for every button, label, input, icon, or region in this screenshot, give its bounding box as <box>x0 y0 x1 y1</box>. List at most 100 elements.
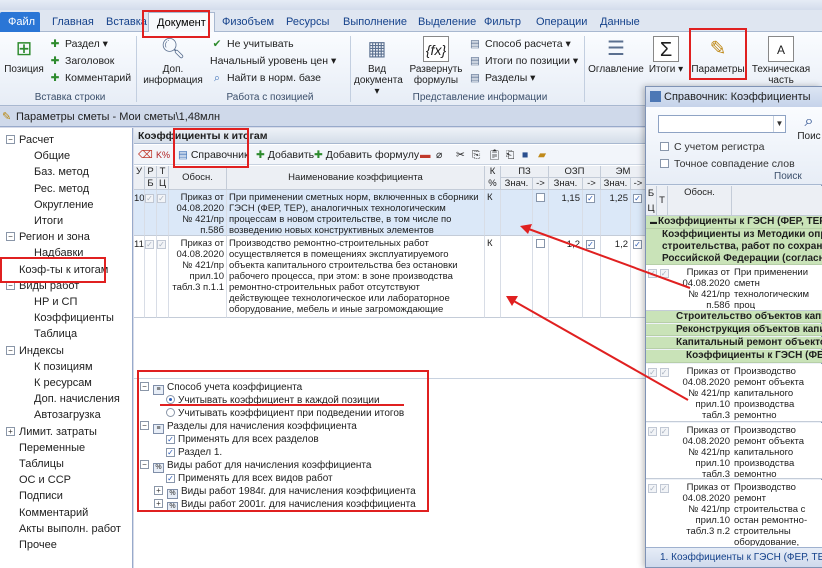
tab-data[interactable]: Данные <box>592 12 648 32</box>
catalog-row[interactable]: Приказ от 04.08.2020 № 421/пр прил.10 та… <box>646 364 822 422</box>
catalog-row[interactable]: Приказ от 04.08.2020 № 421/пр п.58б При … <box>646 265 822 311</box>
percent-icon[interactable]: K% <box>156 147 170 163</box>
catalog-band[interactable]: Строительство объектов капит <box>646 311 822 323</box>
option-on-summing[interactable]: Учитывать коэффициент при подведении ито… <box>166 407 404 420</box>
nav-tree-item[interactable]: Коэф-ты к итогам <box>19 262 108 278</box>
extra-info-button[interactable]: 🔍︎ Доп. информация <box>140 36 206 86</box>
nav-tree-item[interactable]: ОС и ССР <box>19 472 71 488</box>
nav-tree-item[interactable]: − Расчет <box>6 132 54 148</box>
checkbox[interactable] <box>660 159 669 168</box>
nav-tree-item[interactable]: Общие <box>34 148 70 164</box>
table-row[interactable]: 10 Приказ от 04.08.2020 № 421/пр п.58б П… <box>134 190 646 236</box>
option-section-1[interactable]: Раздел 1. <box>166 446 222 459</box>
catalog-band[interactable]: Капитальный ремонт объектов <box>646 337 822 349</box>
insert-comment-button[interactable]: ✚ Комментарий <box>48 70 132 86</box>
expand-formulas-button[interactable]: {fx} Развернуть формулы <box>404 36 468 86</box>
checkbox[interactable] <box>633 194 642 203</box>
checkbox[interactable] <box>648 484 657 493</box>
nav-tree-item[interactable]: Прочее <box>19 537 57 553</box>
add-button[interactable]: ✚ Добавить <box>256 147 314 163</box>
tab-operations[interactable]: Операции <box>528 12 595 32</box>
toc-button[interactable]: ☰ Оглавление <box>588 36 644 75</box>
open-folder-icon[interactable]: ▰ <box>538 147 546 163</box>
ignore-button[interactable]: ✔ Не учитывать <box>210 36 294 52</box>
checkbox[interactable] <box>157 194 166 203</box>
nav-tree-item[interactable]: Надбавки <box>34 245 83 261</box>
paste-special-icon[interactable]: ⎗ <box>506 147 514 163</box>
checkbox[interactable] <box>633 240 642 249</box>
catalog-button[interactable]: ▤ Справочник <box>178 147 249 163</box>
nav-tree-item[interactable]: Баз. метод <box>34 164 89 180</box>
tab-home[interactable]: Главная <box>44 12 102 32</box>
tab-insert[interactable]: Вставка <box>98 12 155 32</box>
checkbox[interactable] <box>648 427 657 436</box>
checkbox[interactable] <box>586 194 595 203</box>
checkbox[interactable] <box>166 448 175 457</box>
nav-tree-item[interactable]: Автозагрузка <box>34 407 101 423</box>
tech-part-button[interactable]: A Техническая часть <box>750 36 812 86</box>
catalog-band[interactable]: Реконструкция объектов капи <box>646 324 822 336</box>
insert-section-button[interactable]: ✚ Раздел ▾ <box>48 36 108 52</box>
collapse-icon[interactable]: − <box>6 345 15 355</box>
radio-button[interactable] <box>166 395 175 404</box>
checkbox[interactable] <box>166 474 175 483</box>
expand-icon[interactable]: + <box>154 486 163 495</box>
option-worktypes-heading[interactable]: −% Виды работ для начисления коэффициента <box>140 459 371 473</box>
catalog-band[interactable]: ▬Коэффициенты к ГЭСН (ФЕР, ТЕР) <box>646 216 822 229</box>
nav-tree-item[interactable]: НР и СП <box>34 294 77 310</box>
option-each-position[interactable]: Учитывать коэффициент в каждой позиции <box>166 394 380 407</box>
doc-view-button[interactable]: ▦ Вид документа ▾ <box>354 36 403 97</box>
save-icon[interactable]: ■ <box>522 147 528 163</box>
tab-physvolume[interactable]: Физобъем <box>214 12 282 32</box>
nav-tree-item[interactable]: − Индексы <box>6 343 64 359</box>
checkbox[interactable] <box>659 368 669 377</box>
nav-tree-item[interactable]: + Лимит. затраты <box>6 424 97 440</box>
checkbox[interactable] <box>145 240 154 249</box>
nav-tree-item[interactable]: Итоги <box>34 213 63 229</box>
collapse-icon[interactable]: − <box>140 421 149 430</box>
tab-document[interactable]: Документ <box>148 12 215 32</box>
checkbox[interactable] <box>659 427 669 436</box>
radio-button[interactable] <box>166 408 175 417</box>
nav-tree-item[interactable]: Таблица <box>34 326 77 342</box>
insert-position-button[interactable]: ⊞ Позиция <box>4 36 44 75</box>
nav-tree-item[interactable]: Комментарий <box>19 505 88 521</box>
price-level-button[interactable]: Начальный уровень цен ▾ <box>210 53 336 69</box>
catalog-band[interactable]: Коэффициенты к ГЭСН (ФЕР, Т <box>646 350 822 363</box>
checkbox[interactable] <box>536 239 545 248</box>
checkbox[interactable] <box>586 240 595 249</box>
checkbox[interactable] <box>648 269 657 278</box>
catalog-band[interactable]: Коэффициенты из Методики опред строительс… <box>646 229 822 265</box>
nav-tree-item[interactable]: Акты выполн. работ <box>19 521 121 537</box>
checkbox[interactable] <box>166 435 175 444</box>
catalog-search-button[interactable]: ⌕ Поис <box>796 113 822 153</box>
collapse-icon[interactable]: − <box>6 232 15 242</box>
parameters-button[interactable]: ✎ Параметры <box>690 36 746 75</box>
nav-tree-item[interactable]: Округление <box>34 197 94 213</box>
checkbox[interactable] <box>648 368 657 377</box>
delete-icon[interactable]: ▬ <box>420 147 431 163</box>
checkbox[interactable] <box>659 269 669 278</box>
paste-icon[interactable]: 📋︎ <box>488 147 501 163</box>
nav-tree-item[interactable]: К позициям <box>34 359 93 375</box>
nav-tree-item[interactable]: Таблицы <box>19 456 64 472</box>
catalog-row[interactable]: Приказ от 04.08.2020 № 421/пр прил.10 та… <box>646 480 822 548</box>
expand-icon[interactable]: + <box>154 499 163 508</box>
nav-tree-item[interactable]: − Регион и зона <box>6 229 90 245</box>
nav-tree-item[interactable]: Переменные <box>19 440 85 456</box>
tab-file[interactable]: Файл <box>0 12 40 32</box>
nav-tree-item[interactable]: Подписи <box>19 488 63 504</box>
catalog-search-input[interactable]: ▼ <box>658 115 786 133</box>
tab-execution[interactable]: Выполнение <box>335 12 415 32</box>
catalog-footer-tab[interactable]: 1. Коэффициенты к ГЭСН (ФЕР, ТЕР) <box>646 547 822 567</box>
collapse-icon[interactable]: − <box>6 280 15 290</box>
document-tab[interactable]: ✎ Параметры сметы - Мои сметы\1,48млн <box>0 107 650 127</box>
calc-method-button[interactable]: ▤ Способ расчета ▾ <box>468 36 571 52</box>
nav-tree-item[interactable]: Доп. начисления <box>34 391 120 407</box>
collapse-icon[interactable]: − <box>140 460 149 469</box>
sections-button[interactable]: ▤ Разделы ▾ <box>468 70 535 86</box>
tab-filter[interactable]: Фильтр <box>476 12 529 32</box>
totals-by-position-button[interactable]: ▤ Итоги по позиции ▾ <box>468 53 578 69</box>
option-worktypes-1984[interactable]: +% Виды работ 1984г. для начисления коэфф… <box>154 485 416 499</box>
nav-tree-item[interactable]: Рес. метод <box>34 181 89 197</box>
